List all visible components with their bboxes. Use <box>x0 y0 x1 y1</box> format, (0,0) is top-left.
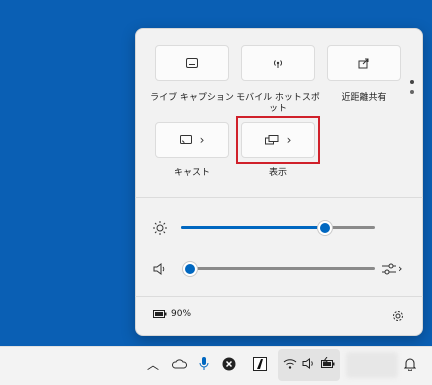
divider <box>135 296 423 297</box>
audio-mixer-icon <box>382 263 396 274</box>
nearby-share-button[interactable] <box>327 45 401 81</box>
brightness-slider-fill <box>181 226 325 229</box>
highlight-box <box>236 116 320 164</box>
clock-blurred[interactable] <box>346 352 398 378</box>
speaker-icon[interactable] <box>153 263 167 275</box>
gear-icon[interactable] <box>392 310 404 322</box>
page-dot[interactable] <box>410 80 414 84</box>
bell-icon[interactable] <box>404 357 416 371</box>
brightness-slider-thumb[interactable] <box>317 221 332 235</box>
cast-button[interactable]: › <box>155 122 229 158</box>
live-captions-label: ライブ キャプション <box>150 93 234 103</box>
page-dot[interactable] <box>410 90 414 94</box>
audio-output-button[interactable]: › <box>382 262 402 275</box>
page-indicator[interactable] <box>410 80 414 100</box>
onedrive-cloud-icon[interactable] <box>171 358 187 369</box>
nearby-share-label: 近距離共有 <box>341 93 387 103</box>
captions-icon <box>186 58 198 68</box>
cast-icon <box>179 135 192 144</box>
cast-label: キャスト <box>173 168 210 178</box>
chevron-up-icon[interactable]: ︿ <box>147 356 159 373</box>
mobile-hotspot-button[interactable] <box>241 45 315 81</box>
battery-icon <box>321 357 335 368</box>
project-display-label: 表示 <box>268 168 287 178</box>
live-captions-button[interactable] <box>155 45 229 81</box>
chevron-right-icon: › <box>398 262 403 275</box>
nearby-share-icon <box>358 58 369 69</box>
hotspot-icon <box>273 60 283 68</box>
mobile-hotspot-label: モバイル ホットスポット <box>236 93 320 114</box>
sun-icon <box>153 221 167 235</box>
battery-icon <box>153 310 167 318</box>
cast-chevron-icon: › <box>199 133 205 147</box>
battery-status[interactable]: 90% <box>153 309 191 319</box>
wifi-icon <box>283 359 297 369</box>
volume-slider-track[interactable] <box>186 267 375 270</box>
divider <box>135 197 423 198</box>
battery-percent: 90% <box>171 309 192 319</box>
microphone-icon[interactable] <box>199 356 209 371</box>
app-a-icon[interactable] <box>253 357 267 371</box>
volume-slider-thumb[interactable] <box>182 262 197 276</box>
speaker-icon <box>302 358 313 369</box>
close-circle-icon[interactable] <box>222 357 236 371</box>
